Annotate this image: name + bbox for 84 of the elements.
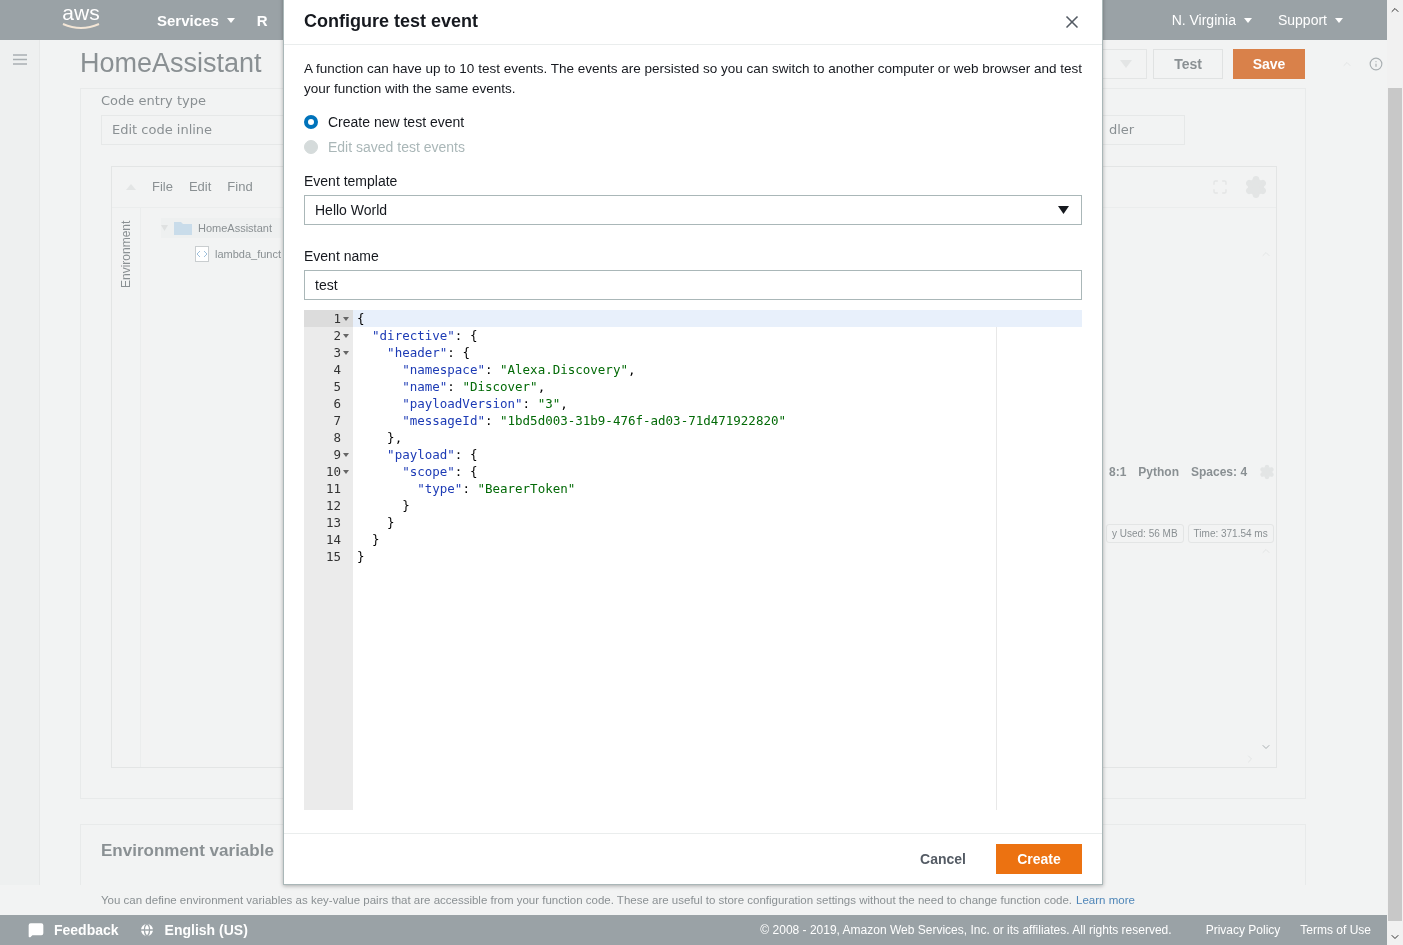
code-line: }, <box>386 429 404 446</box>
caret-icon <box>1058 206 1069 214</box>
language-link[interactable]: English (US) <box>164 922 248 938</box>
editor-menu-item[interactable]: Find <box>227 179 253 195</box>
code-line: "header": { <box>386 344 471 361</box>
line-number: 8 <box>333 430 341 445</box>
field-label: Code entry type <box>101 92 207 110</box>
speech-bubble-icon[interactable] <box>28 922 44 938</box>
line-number: 14 <box>325 532 341 547</box>
save-button[interactable]: Save <box>1233 48 1305 79</box>
line-number: 15 <box>325 549 341 564</box>
feedback-link[interactable]: Feedback <box>54 922 119 938</box>
code-line: "type": "BearerToken" <box>416 480 577 497</box>
field-label: Event template <box>304 173 399 191</box>
fold-icon[interactable] <box>343 452 349 457</box>
learn-more-link[interactable]: Learn more <box>1076 894 1135 906</box>
radio-option[interactable]: Create new test event <box>304 112 1082 131</box>
code-line: "namespace": "Alexa.Discovery", <box>401 361 637 378</box>
caret-icon <box>1243 17 1252 23</box>
copyright-text: © 2008 - 2019, Amazon Web Services, Inc. or its affiliates. All rights reserved. <box>760 923 1172 937</box>
folder-row[interactable]: HomeAssistant <box>161 217 282 238</box>
event-name-input[interactable]: test <box>304 270 1082 300</box>
code-line: "messageId": "1bd5d003-31b9-476f-ad03-71d471922820" <box>401 412 787 429</box>
dialog-title: Configure test event <box>304 11 479 32</box>
line-number: 13 <box>325 515 341 530</box>
line-number: 12 <box>325 498 341 513</box>
fold-icon[interactable] <box>343 333 349 338</box>
folder-icon <box>174 220 192 235</box>
editor-menu-item[interactable]: File <box>152 179 173 195</box>
code-line: } <box>371 531 381 548</box>
line-number: 3 <box>333 345 341 360</box>
radio-button[interactable] <box>304 114 318 129</box>
nav-menu-item[interactable]: Services <box>157 11 235 29</box>
code-line: } <box>386 514 396 531</box>
cancel-button[interactable]: Cancel <box>920 851 966 867</box>
menu-icon[interactable] <box>12 54 27 65</box>
code-line: } <box>401 497 411 514</box>
line-number: 4 <box>333 362 341 377</box>
result-chip: y Used: 56 MB <box>1106 523 1184 543</box>
footer-link[interactable]: Privacy Policy <box>1205 923 1281 937</box>
section-description: You can define environment variables as key-value pairs that are accessible from your function code. These are useful to store configuration settings without the need to change function code. Learn more <box>101 894 1135 906</box>
nav-menu-item[interactable]: N. Virginia <box>1171 12 1252 28</box>
nav-menu-item[interactable]: Support <box>1277 12 1343 28</box>
result-chip: Time: 371.54 ms <box>1187 523 1274 543</box>
info-icon[interactable] <box>1369 56 1383 71</box>
line-number: 5 <box>333 379 341 394</box>
template-select[interactable]: Hello World <box>304 195 1082 225</box>
file-name: lambda_funct <box>215 247 282 260</box>
create-button[interactable]: Create <box>996 844 1082 874</box>
editor-menu-item[interactable]: Edit <box>188 179 212 195</box>
status-text: Spaces: 4 <box>1191 464 1248 479</box>
fold-icon[interactable] <box>343 316 349 321</box>
dialog-description: A function can have up to 10 test events. The events are persisted so you can switch to another computer or web browser and test your function with the same events. <box>304 60 1082 98</box>
file-row[interactable]: lambda_funct <box>161 243 282 264</box>
status-text: 8:1 <box>1109 464 1127 479</box>
line-number: 1 <box>333 311 341 326</box>
fold-icon[interactable] <box>343 350 349 355</box>
footer-link[interactable]: Terms of Use <box>1300 923 1371 937</box>
caret-icon <box>1335 17 1343 23</box>
test-button[interactable]: Test <box>1153 48 1223 79</box>
file-icon <box>195 245 209 262</box>
line-number: 6 <box>333 396 341 411</box>
line-number: 7 <box>333 413 341 428</box>
field-label: Event name <box>304 248 380 266</box>
code-line: } <box>356 548 366 565</box>
code-line: "payload": { <box>386 446 479 463</box>
aws-logo[interactable]: aws <box>60 3 102 31</box>
globe-icon[interactable] <box>138 922 155 938</box>
line-number: 2 <box>333 328 341 343</box>
environment-tab[interactable]: Environment <box>119 215 133 288</box>
code-entry-select[interactable]: Edit code inline <box>101 114 283 145</box>
page-title: HomeAssistant <box>80 47 263 81</box>
fold-icon[interactable] <box>343 469 349 474</box>
line-number: 10 <box>325 464 341 479</box>
caret-icon <box>226 17 235 23</box>
status-text: Python <box>1138 464 1179 479</box>
code-line: "scope": { <box>401 463 479 480</box>
code-line: "directive": { <box>371 327 479 344</box>
line-number: 9 <box>333 447 341 462</box>
nav-menu-item[interactable]: R <box>256 11 268 29</box>
code-line: "payloadVersion": "3", <box>401 395 569 412</box>
line-number: 11 <box>325 481 341 496</box>
folder-name: HomeAssistant <box>198 221 272 234</box>
code-line: "name": "Discover", <box>401 378 547 395</box>
